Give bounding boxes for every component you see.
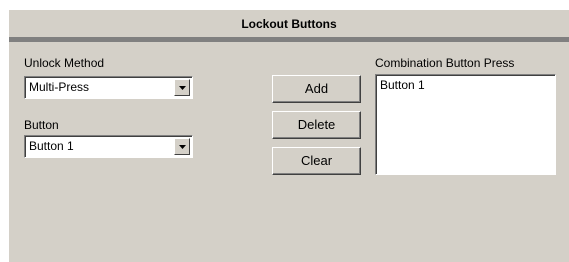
unlock-method-value: Multi-Press xyxy=(29,80,90,94)
add-button[interactable]: Add xyxy=(272,75,361,103)
clear-button[interactable]: Clear xyxy=(272,147,361,175)
delete-button[interactable]: Delete xyxy=(272,111,361,139)
button-label: Button xyxy=(24,118,59,132)
button-dropdown[interactable]: Button 1 xyxy=(24,135,193,158)
lockout-buttons-panel: Lockout Buttons Unlock Method Multi-Pres… xyxy=(9,10,569,262)
chevron-down-icon xyxy=(178,144,186,149)
panel-title: Lockout Buttons xyxy=(241,17,337,31)
list-item[interactable]: Button 1 xyxy=(380,78,425,92)
unlock-method-label: Unlock Method xyxy=(24,56,105,70)
combination-label: Combination Button Press xyxy=(375,56,515,70)
header-divider xyxy=(9,37,569,42)
button-value: Button 1 xyxy=(29,139,74,153)
combination-listbox[interactable]: Button 1 xyxy=(375,74,556,175)
unlock-method-dropdown-button[interactable] xyxy=(174,79,190,96)
chevron-down-icon xyxy=(178,85,186,90)
button-dropdown-button[interactable] xyxy=(174,138,190,155)
unlock-method-dropdown[interactable]: Multi-Press xyxy=(24,76,193,99)
